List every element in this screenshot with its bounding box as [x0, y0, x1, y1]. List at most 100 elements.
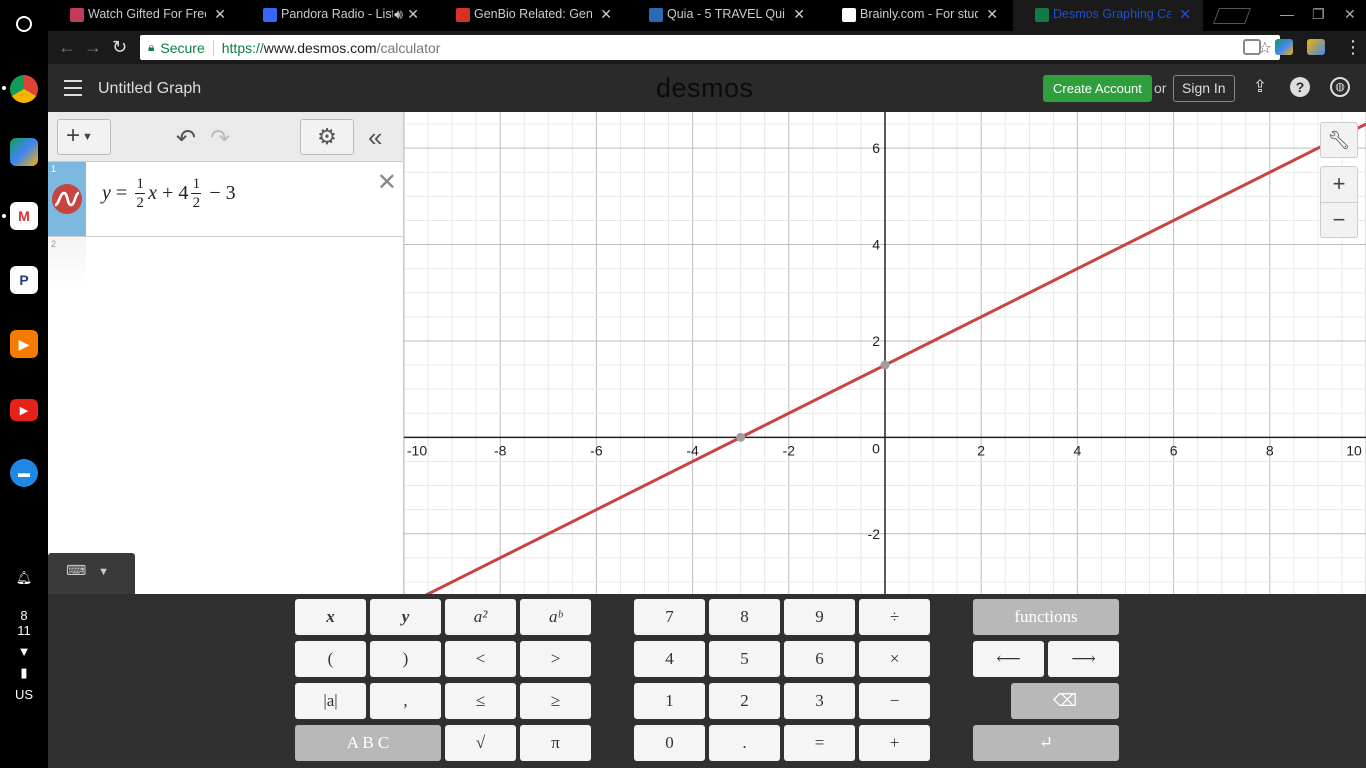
right-arrow-key[interactable]: ⟶	[1048, 641, 1119, 677]
close-tab-icon[interactable]: ✕	[600, 6, 612, 23]
close-tab-icon[interactable]: ✕	[793, 6, 805, 23]
zero-key[interactable]: 0	[634, 725, 705, 761]
abc-key[interactable]: A B C	[295, 725, 441, 761]
gmail-app-icon[interactable]: M	[10, 202, 38, 230]
files-app-icon[interactable]: ▬	[10, 459, 38, 487]
redo-icon[interactable]: ↷	[210, 124, 230, 153]
browser-tab-strip: Watch Gifted For Free Online ✕ Pandora R…	[48, 0, 1366, 31]
share-icon[interactable]: ⇪	[1250, 77, 1270, 97]
pandora-app-icon[interactable]: P	[10, 266, 38, 294]
two-key[interactable]: 2	[709, 683, 780, 719]
five-key[interactable]: 5	[709, 641, 780, 677]
tab-genbio[interactable]: GenBio Related: Genetics ✕	[434, 0, 624, 31]
desmos-header: Untitled Graph desmos Create Account or …	[48, 64, 1366, 112]
add-item-button[interactable]: + ▼	[57, 119, 111, 155]
close-tab-icon[interactable]: ✕	[407, 6, 419, 23]
less-than-key[interactable]: <	[445, 641, 516, 677]
wrench-icon[interactable]: 🔧︎	[1320, 122, 1358, 158]
minus-key[interactable]: −	[859, 683, 930, 719]
power-key[interactable]: aᵇ	[520, 599, 591, 635]
expression-math[interactable]: y = 12 x + 4 12 − 3	[102, 176, 236, 211]
x-tick-label: -6	[590, 442, 603, 458]
graph-paper[interactable]: -10 -8 -6 -4 -2 0 2 4 6 8 10 -2 2 4 6 🔧︎ + −	[403, 112, 1366, 608]
pi-key[interactable]: π	[520, 725, 591, 761]
help-icon[interactable]: ?	[1290, 77, 1310, 97]
open-paren-key[interactable]: (	[295, 641, 366, 677]
x-key[interactable]: x	[295, 599, 366, 635]
equals-key[interactable]: =	[784, 725, 855, 761]
create-account-button[interactable]: Create Account	[1043, 75, 1152, 102]
six-key[interactable]: 6	[784, 641, 855, 677]
y-key[interactable]: y	[370, 599, 441, 635]
hamburger-menu-icon[interactable]	[64, 80, 82, 96]
close-tab-icon[interactable]: ✕	[986, 6, 998, 23]
globe-icon[interactable]: ◍	[1330, 77, 1350, 97]
tab-gifted[interactable]: Watch Gifted For Free Online ✕	[48, 0, 238, 31]
tab-desmos[interactable]: Desmos Graphing Calculator ✕	[1013, 0, 1203, 31]
audio-playing-icon[interactable]: 🔊︎	[394, 6, 403, 23]
close-tab-icon[interactable]: ✕	[1179, 6, 1191, 23]
chrome-app-icon[interactable]	[10, 75, 38, 103]
window-close-icon[interactable]: ✕	[1344, 6, 1356, 23]
line-color-icon[interactable]	[52, 184, 82, 214]
minimize-icon[interactable]: —	[1280, 6, 1294, 22]
graph-title[interactable]: Untitled Graph	[98, 80, 201, 98]
zoom-in-button[interactable]: +	[1320, 166, 1358, 202]
abs-key[interactable]: |a|	[295, 683, 366, 719]
tab-pandora[interactable]: Pandora Radio - Listen 🔊︎ ✕	[241, 0, 431, 31]
system-tray[interactable]: 🔔︎ 8 11 ▼ ▮ US	[0, 570, 48, 708]
delete-expression-icon[interactable]: ✕	[377, 168, 397, 197]
plus-key[interactable]: +	[859, 725, 930, 761]
zoom-out-button[interactable]: −	[1320, 202, 1358, 238]
drive-extension-icon[interactable]	[1275, 39, 1293, 55]
cast-icon[interactable]	[1243, 39, 1261, 55]
three-key[interactable]: 3	[784, 683, 855, 719]
collapse-panel-icon[interactable]: «	[368, 122, 382, 153]
undo-icon[interactable]: ↶	[176, 124, 196, 153]
functions-key[interactable]: functions	[973, 599, 1119, 635]
play-music-app-icon[interactable]: ▶	[10, 330, 38, 358]
gear-icon[interactable]: ⚙	[300, 119, 354, 155]
sign-in-button[interactable]: Sign In	[1173, 75, 1235, 102]
new-tab-button[interactable]	[1213, 8, 1251, 24]
decimal-key[interactable]: .	[709, 725, 780, 761]
chrome-menu-icon[interactable]: ⋮	[1344, 37, 1362, 58]
one-key[interactable]: 1	[634, 683, 705, 719]
greater-than-key[interactable]: >	[520, 641, 591, 677]
backspace-key[interactable]: ⌫	[1011, 683, 1119, 719]
close-tab-icon[interactable]: ✕	[214, 6, 226, 23]
address-bar[interactable]: 🔒︎ Secure https://www.desmos.com/calcula…	[140, 35, 1280, 60]
less-equal-key[interactable]: ≤	[445, 683, 516, 719]
divide-key[interactable]: ÷	[859, 599, 930, 635]
graph-canvas[interactable]: -10 -8 -6 -4 -2 0 2 4 6 8 10 -2 2 4 6	[403, 112, 1366, 608]
four-key[interactable]: 4	[634, 641, 705, 677]
back-arrow-icon[interactable]: ←	[58, 37, 76, 58]
close-paren-key[interactable]: )	[370, 641, 441, 677]
tab-quia[interactable]: Quia - 5 TRAVEL Quiz: Ge ✕	[627, 0, 817, 31]
comma-key[interactable]: ,	[370, 683, 441, 719]
youtube-app-icon[interactable]: ▶	[10, 399, 38, 421]
forward-arrow-icon[interactable]: →	[84, 37, 102, 58]
greater-equal-key[interactable]: ≥	[520, 683, 591, 719]
expression-row[interactable]: 1 y = 12 x + 4 12 − 3 ✕	[48, 162, 403, 237]
maximize-icon[interactable]: ❐	[1312, 6, 1325, 23]
enter-key[interactable]: ↵	[973, 725, 1119, 761]
multiply-key[interactable]: ×	[859, 641, 930, 677]
seven-key[interactable]: 7	[634, 599, 705, 635]
launcher-icon[interactable]	[16, 16, 32, 32]
square-key[interactable]: a²	[445, 599, 516, 635]
reload-icon[interactable]: ↻	[112, 37, 127, 58]
notification-bell-icon: 🔔︎	[15, 570, 33, 585]
nine-key[interactable]: 9	[784, 599, 855, 635]
drive-app-icon[interactable]	[10, 138, 38, 166]
eight-key[interactable]: 8	[709, 599, 780, 635]
sqrt-key[interactable]: √	[445, 725, 516, 761]
tab-brainly[interactable]: Brainly.com - For students ✕	[820, 0, 1010, 31]
extension-icon[interactable]	[1307, 39, 1325, 55]
expression-toolbar: + ▼ ↶ ↷ ⚙ «	[48, 112, 403, 162]
tab-title: Brainly.com - For students	[860, 7, 978, 21]
left-arrow-key[interactable]: ⟵	[973, 641, 1044, 677]
empty-expression-row[interactable]: 2	[48, 237, 403, 287]
clock-minute: 11	[17, 623, 31, 638]
keyboard-toggle-button[interactable]: ⌨ ▼	[48, 553, 135, 594]
